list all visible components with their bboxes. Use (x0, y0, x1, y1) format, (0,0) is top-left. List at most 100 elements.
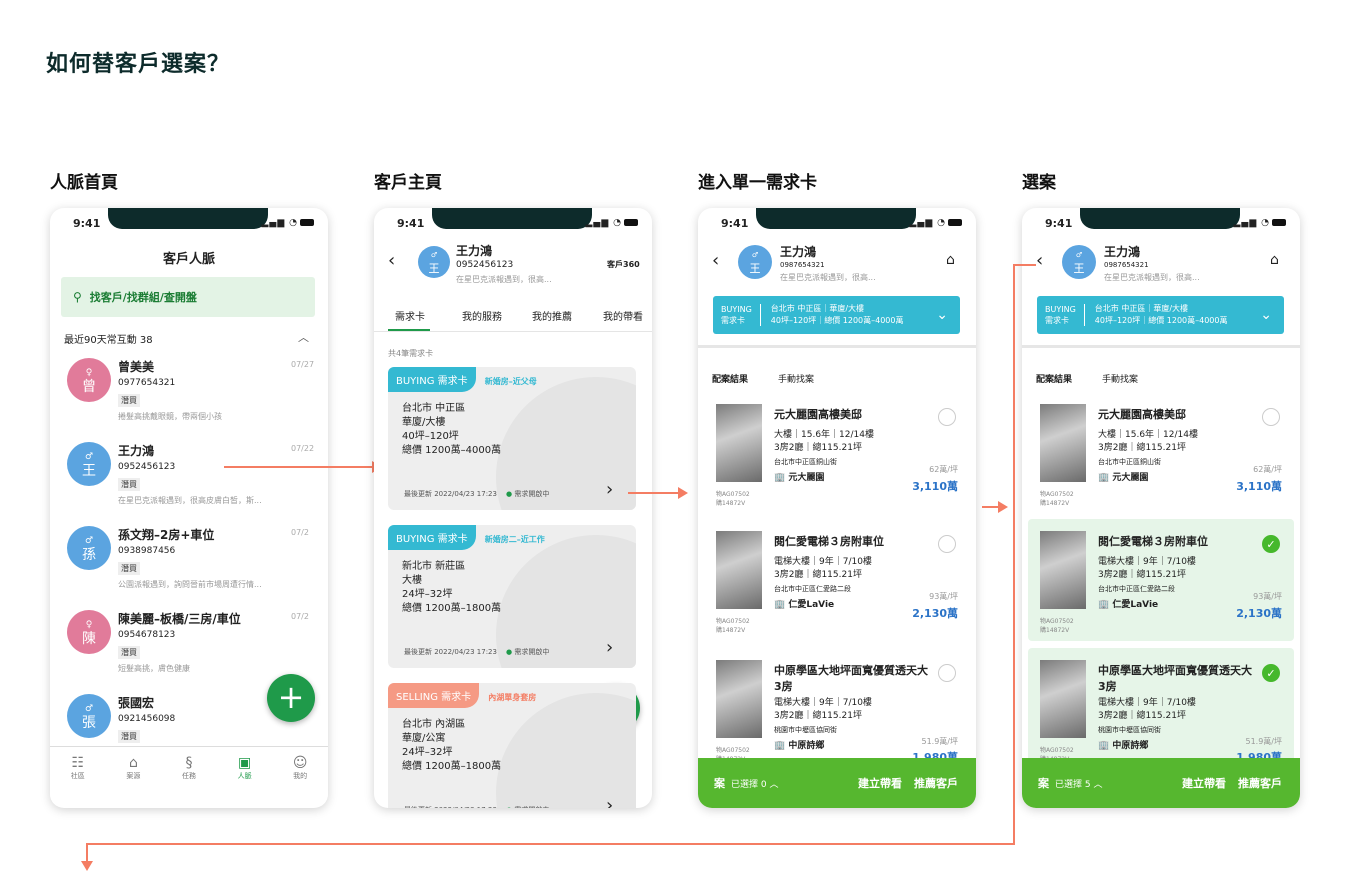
contact-phone: 0938987456 (118, 546, 176, 556)
tab-my-service[interactable]: 我的服務 (462, 308, 502, 323)
tab-label: 任務 (181, 772, 196, 780)
property-title[interactable]: 閱仁愛電梯３房附車位 (1098, 533, 1258, 549)
select-checkbox[interactable] (938, 408, 956, 426)
recommend-client-button[interactable]: 推薦客戶 (914, 775, 958, 791)
contact-date: 07/22 (291, 444, 315, 453)
return-arrow-line (86, 843, 88, 863)
demand-line: 新北市 新莊區 (402, 561, 466, 572)
search-bar[interactable]: ⚲ 找客戶/找群組/查開盤 (61, 277, 315, 317)
contact-note: 捲髮高挑戴眼鏡，帶兩個小孩 (118, 412, 222, 421)
tab-4[interactable]: ☺ 我的 (272, 747, 328, 806)
chevron-right-icon[interactable]: › (606, 479, 613, 500)
tab-icon: ⌂ (128, 755, 138, 771)
chevron-down-icon[interactable]: ⌄ (936, 307, 960, 323)
demand-banner[interactable]: BUYING 需求卡 台北市 中正區｜華廈/大樓 40坪–120坪｜總價 1200萬… (1037, 296, 1284, 334)
select-checkbox[interactable] (938, 664, 956, 682)
status-time: 9:41 (73, 217, 101, 230)
return-arrow-head (81, 861, 93, 871)
demand-line: 台北市 中正區 (402, 403, 466, 414)
contact-date: 07/2 (291, 528, 309, 537)
contact-row[interactable]: ♀ 曾 曾美美 0977654321 潛買 捲髮高挑戴眼鏡，帶兩個小孩 07/27 (50, 354, 328, 438)
contact-tag: 潛買 (118, 730, 140, 743)
property-code: 物AG07502購14872V (716, 618, 750, 634)
demand-card[interactable]: BUYING 需求卡 新婚房–近父母 台北市 中正區 華廈/大樓 40坪–120… (388, 367, 636, 510)
property-unit-price: 51.9萬/坪 (921, 737, 958, 746)
client-360-link[interactable]: 客戶360 (607, 259, 640, 270)
property-image (1040, 404, 1086, 482)
chevron-right-icon[interactable]: › (606, 637, 613, 658)
flow-arrow-head (678, 487, 688, 499)
section-title-client-home: 客戶主頁 (374, 173, 442, 193)
return-arrow-line (1013, 264, 1015, 844)
tab-demand-card[interactable]: 需求卡 (395, 308, 425, 323)
demand-banner[interactable]: BUYING 需求卡 台北市 中正區｜華廈/大樓 40坪–120坪｜總價 1200萬… (713, 296, 960, 334)
client-name: 王力鴻 (456, 244, 493, 258)
tab-1[interactable]: ⌂ 案源 (106, 747, 162, 806)
property-address: 台北市中正區銅山街 (774, 458, 837, 466)
tab-label: 我的 (293, 772, 308, 780)
create-viewing-button[interactable]: 建立帶看 (858, 775, 902, 791)
recommend-client-button[interactable]: 推薦客戶 (1238, 775, 1282, 791)
client-phone: 0952456123 (456, 260, 514, 270)
contact-row[interactable]: ♂ 孫 孫文翔–2房+車位 0938987456 潛買 公園派報遇到，詢問晉前市場… (50, 522, 328, 606)
section-title-demand-card: 進入單一需求卡 (698, 173, 817, 193)
selection-bar: 案 已選擇 0 ︿ 建立帶看 推薦客戶 (698, 758, 976, 808)
property-title[interactable]: 元大麗園高樓美邸 (774, 406, 934, 422)
selected-count[interactable]: 已選擇 0 ︿ (731, 777, 778, 790)
property-address: 台北市中正區仁愛路二段 (1098, 585, 1175, 593)
tab-match-result[interactable]: 配案結果 (712, 372, 748, 385)
property-agent: 🏢 元大麗園 (774, 473, 825, 483)
tab-label: 案源 (126, 772, 141, 780)
property-image (716, 660, 762, 738)
property-detail: 大樓｜15.6年｜12/14樓 3房2廳｜總115.21坪 (1098, 430, 1198, 453)
back-icon[interactable]: ‹ (1036, 250, 1043, 271)
tab-0[interactable]: ☷ 社區 (50, 747, 106, 806)
card-status: ● 需求開啟中 (506, 805, 549, 808)
property-unit-price: 62萬/坪 (1253, 465, 1282, 474)
client-note: 在星巴克派報遇到，很高... (780, 273, 876, 282)
contact-tag: 潛買 (118, 478, 140, 491)
selected-count[interactable]: 已選擇 5 ︿ (1055, 777, 1102, 790)
tab-manual-search[interactable]: 手動找案 (1102, 372, 1138, 385)
property-title[interactable]: 閱仁愛電梯３房附車位 (774, 533, 934, 549)
status-time: 9:41 (397, 217, 425, 230)
property-image (716, 404, 762, 482)
house-icon[interactable]: ⌂ (1270, 252, 1279, 268)
tab-3[interactable]: ▣ 人脈 (217, 747, 273, 806)
select-checkbox[interactable] (1262, 408, 1280, 426)
property-title[interactable]: 元大麗園高樓美邸 (1098, 406, 1258, 422)
demand-card[interactable]: SELLING 需求卡 內湖單身套房 台北市 內湖區 華廈/公寓 24坪–32坪… (388, 683, 636, 808)
card-count: 共4筆需求卡 (388, 349, 434, 358)
demand-card-type: SELLING 需求卡 (388, 683, 480, 708)
add-fab-button[interactable]: + (267, 674, 315, 722)
property-detail: 電梯大樓｜9年｜7/10樓 3房2廳｜總115.21坪 (1098, 557, 1196, 580)
house-icon[interactable]: ⌂ (946, 252, 955, 268)
tab-manual-search[interactable]: 手動找案 (778, 372, 814, 385)
select-checkbox[interactable] (938, 535, 956, 553)
tab-2[interactable]: § 任務 (161, 747, 217, 806)
chevron-right-icon[interactable]: › (606, 795, 613, 808)
demand-card-tag: 新婚房–近父母 (484, 377, 537, 386)
property-image (1040, 531, 1086, 609)
property-title[interactable]: 中原學區大地坪面寬優質透天大3房 (1098, 662, 1258, 694)
tab-my-recommend[interactable]: 我的推薦 (532, 308, 572, 323)
tab-my-viewing[interactable]: 我的帶看 (603, 308, 643, 323)
demand-line: 總價 1200萬–1800萬 (402, 603, 502, 614)
tab-label: 人脈 (237, 772, 252, 780)
property-address: 桃園市中壢區協同街 (774, 726, 837, 734)
avatar: ♂ 王 (67, 442, 111, 486)
select-checkbox[interactable]: ✓ (1262, 664, 1280, 682)
select-checkbox[interactable]: ✓ (1262, 535, 1280, 553)
tab-match-result[interactable]: 配案結果 (1036, 372, 1072, 385)
create-viewing-button[interactable]: 建立帶看 (1182, 775, 1226, 791)
client-name: 王力鴻 (780, 245, 817, 259)
section-title-select: 選案 (1022, 173, 1056, 193)
property-detail: 大樓｜15.6年｜12/14樓 3房2廳｜總115.21坪 (774, 430, 874, 453)
back-icon[interactable]: ‹ (712, 250, 719, 271)
chevron-up-icon[interactable]: ︿ (298, 329, 309, 345)
back-icon[interactable]: ‹ (388, 250, 395, 271)
property-title[interactable]: 中原學區大地坪面寬優質透天大3房 (774, 662, 934, 694)
contact-row[interactable]: ♂ 王 王力鴻 0952456123 潛買 在星巴克派報遇到，很高皮膚白皙，斯..… (50, 438, 328, 522)
demand-card[interactable]: BUYING 需求卡 新婚房二–近工作 新北市 新莊區 大樓 24坪–32坪 總… (388, 525, 636, 668)
chevron-down-icon[interactable]: ⌄ (1260, 307, 1284, 323)
